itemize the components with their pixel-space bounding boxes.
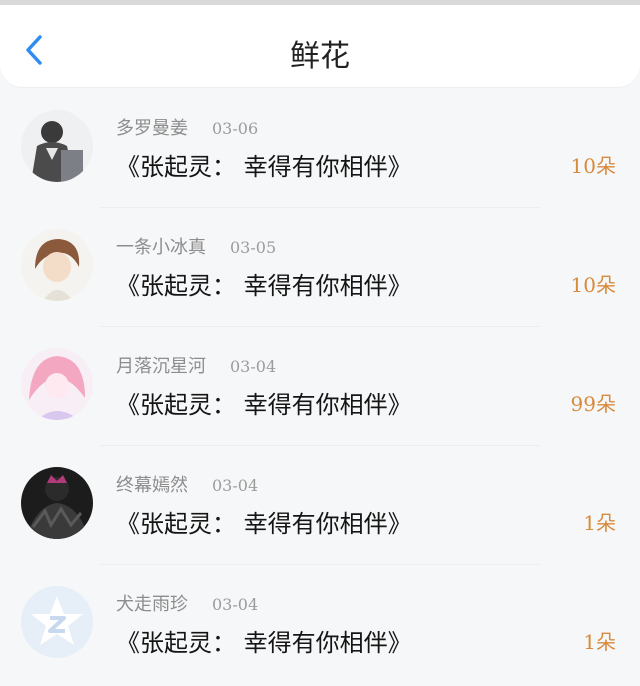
star-z-icon xyxy=(21,586,93,658)
list-item[interactable]: 多罗曼姜 03-06 《张起灵： 幸得有你相伴》 10朵 xyxy=(0,92,640,210)
page-title: 鲜花 xyxy=(290,39,350,74)
avatar-image xyxy=(21,229,93,301)
avatar[interactable] xyxy=(21,586,93,658)
avatar[interactable] xyxy=(21,110,93,182)
list-item[interactable]: 犬走雨珍 03-04 《张起灵： 幸得有你相伴》 1朵 xyxy=(0,568,640,686)
entry-date: 03-05 xyxy=(230,238,277,257)
entry-date: 03-04 xyxy=(212,476,259,495)
avatar-image xyxy=(21,467,93,539)
avatar-image xyxy=(21,110,93,182)
book-title: 《张起灵： 幸得有你相伴》 xyxy=(116,272,412,300)
user-name: 犬走雨珍 03-04 xyxy=(116,594,259,615)
avatar-image xyxy=(21,348,93,420)
flower-count: 10朵 xyxy=(570,273,616,297)
entry-date: 03-04 xyxy=(230,357,277,376)
list-item[interactable]: 月落沉星河 03-04 《张起灵： 幸得有你相伴》 99朵 xyxy=(0,330,640,448)
avatar[interactable] xyxy=(21,348,93,420)
list-item[interactable]: 终幕嫣然 03-04 《张起灵： 幸得有你相伴》 1朵 xyxy=(0,449,640,567)
divider xyxy=(100,326,540,327)
flower-count: 1朵 xyxy=(583,630,616,654)
book-title: 《张起灵： 幸得有你相伴》 xyxy=(116,629,412,657)
user-name: 多罗曼姜 03-06 xyxy=(116,118,259,139)
book-title: 《张起灵： 幸得有你相伴》 xyxy=(116,510,412,538)
book-title: 《张起灵： 幸得有你相伴》 xyxy=(116,153,412,181)
avatar[interactable] xyxy=(21,467,93,539)
list-item[interactable]: 一条小冰真 03-05 《张起灵： 幸得有你相伴》 10朵 xyxy=(0,211,640,329)
avatar[interactable] xyxy=(21,229,93,301)
user-name: 月落沉星河 03-04 xyxy=(116,356,277,377)
entry-date: 03-06 xyxy=(212,119,259,138)
divider xyxy=(100,445,540,446)
user-name: 一条小冰真 03-05 xyxy=(116,237,277,258)
flower-count: 10朵 xyxy=(570,154,616,178)
divider xyxy=(100,564,540,565)
flower-count: 1朵 xyxy=(583,511,616,535)
divider xyxy=(100,207,540,208)
entry-date: 03-04 xyxy=(212,595,259,614)
user-name: 终幕嫣然 03-04 xyxy=(116,475,259,496)
book-title: 《张起灵： 幸得有你相伴》 xyxy=(116,391,412,419)
header-bar: 鲜花 xyxy=(0,5,640,87)
flower-list: 多罗曼姜 03-06 《张起灵： 幸得有你相伴》 10朵 一条小冰真 03-05 《… xyxy=(0,92,640,671)
flower-count: 99朵 xyxy=(570,392,616,416)
